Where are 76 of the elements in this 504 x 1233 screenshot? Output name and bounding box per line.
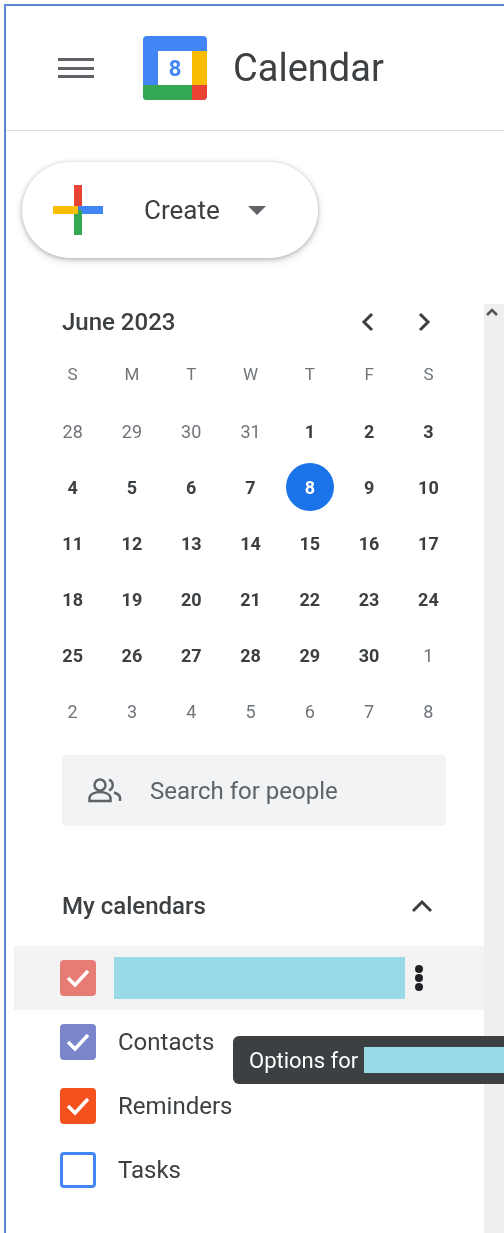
weekday-label: S: [423, 363, 434, 387]
day-cell[interactable]: 7: [226, 463, 275, 511]
day-cell[interactable]: 11: [48, 519, 97, 567]
day-cell[interactable]: 5: [226, 687, 275, 735]
day-cell[interactable]: 3: [107, 687, 156, 735]
day-cell[interactable]: 20: [167, 575, 216, 623]
day-cell[interactable]: 2: [345, 407, 394, 455]
section-title: My calendars: [62, 891, 207, 922]
day-cell[interactable]: 25: [48, 631, 97, 679]
day-cell[interactable]: 6: [167, 463, 216, 511]
weekday-label: F: [364, 363, 374, 387]
app-title: Calendar: [233, 49, 384, 87]
day-cell[interactable]: 7: [345, 687, 394, 735]
checkbox[interactable]: [60, 960, 96, 996]
weekday-label: M: [124, 363, 140, 387]
plus-icon: [53, 185, 103, 235]
day-cell[interactable]: 27: [167, 631, 216, 679]
checkbox[interactable]: [60, 1152, 96, 1188]
menu-icon[interactable]: [58, 55, 94, 81]
day-cell[interactable]: 9: [345, 463, 394, 511]
day-cell[interactable]: 17: [404, 519, 453, 567]
day-cell[interactable]: 18: [48, 575, 97, 623]
scroll-up-icon[interactable]: [486, 308, 499, 316]
previous-month-icon[interactable]: [361, 312, 376, 332]
weekday-label: T: [186, 363, 197, 387]
day-cell[interactable]: 14: [226, 519, 275, 567]
checkbox[interactable]: [60, 1024, 96, 1060]
day-cell[interactable]: 21: [226, 575, 275, 623]
day-cell[interactable]: 3: [404, 407, 453, 455]
people-icon: [88, 777, 124, 803]
check-icon: [66, 1096, 90, 1116]
day-cell[interactable]: 28: [226, 631, 275, 679]
weekday-label: S: [67, 363, 78, 387]
weekday-label: W: [243, 363, 259, 387]
day-cell[interactable]: 13: [167, 519, 216, 567]
checkbox[interactable]: [60, 1088, 96, 1124]
day-cell[interactable]: 24: [404, 575, 453, 623]
calendar-name: Reminders: [118, 1091, 233, 1122]
day-cell[interactable]: 8: [285, 463, 334, 511]
day-cell[interactable]: 10: [404, 463, 453, 511]
day-cell[interactable]: 4: [167, 687, 216, 735]
day-cell[interactable]: 23: [345, 575, 394, 623]
more-options-icon[interactable]: [415, 965, 423, 991]
day-cell[interactable]: 12: [107, 519, 156, 567]
day-cell[interactable]: 16: [345, 519, 394, 567]
day-cell[interactable]: 22: [285, 575, 334, 623]
search-people-field[interactable]: Search for people: [62, 755, 446, 826]
day-cell[interactable]: 8: [404, 687, 453, 735]
day-cell[interactable]: 1: [285, 407, 334, 455]
calendar-name: Contacts: [118, 1027, 215, 1058]
day-cell[interactable]: 15: [285, 519, 334, 567]
check-icon: [66, 968, 90, 988]
calendar-logo: 8: [143, 36, 207, 100]
collapse-icon[interactable]: [410, 898, 435, 914]
calendar-name: Tasks: [118, 1155, 181, 1186]
scrollbar[interactable]: [484, 304, 504, 1233]
day-cell[interactable]: 30: [167, 407, 216, 455]
create-button[interactable]: Create: [22, 162, 318, 258]
caret-icon: [247, 205, 266, 215]
day-cell[interactable]: 31: [226, 407, 275, 455]
day-cell[interactable]: 5: [107, 463, 156, 511]
tooltip-text: Options for: [249, 1046, 359, 1075]
day-cell[interactable]: 29: [107, 407, 156, 455]
weekday-label: T: [304, 363, 315, 387]
day-cell[interactable]: 26: [107, 631, 156, 679]
day-cell[interactable]: 29: [285, 631, 334, 679]
day-cell[interactable]: 19: [107, 575, 156, 623]
next-month-icon[interactable]: [417, 312, 432, 332]
day-cell[interactable]: 6: [285, 687, 334, 735]
day-cell[interactable]: 2: [48, 687, 97, 735]
check-icon: [66, 1032, 90, 1052]
day-cell[interactable]: 28: [48, 407, 97, 455]
month-title: June 2023: [62, 307, 177, 338]
day-cell[interactable]: 4: [48, 463, 97, 511]
day-cell[interactable]: 1: [404, 631, 453, 679]
day-cell[interactable]: 30: [345, 631, 394, 679]
